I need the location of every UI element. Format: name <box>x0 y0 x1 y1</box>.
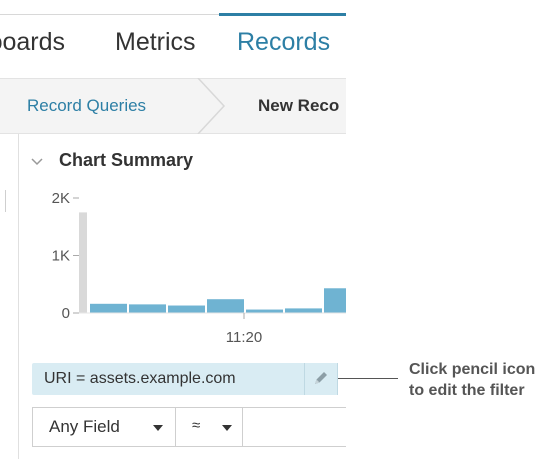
filter-pill[interactable]: URI = assets.example.com <box>32 363 338 395</box>
chart-bar <box>207 299 244 313</box>
filter-text: URI = assets.example.com <box>44 370 236 387</box>
chart-bar <box>129 304 166 313</box>
chart-bar-highlight <box>79 212 87 313</box>
field-dropdown[interactable]: Any Field <box>33 408 176 446</box>
chart-canvas: 2K 1K 0 11:20 <box>52 190 346 346</box>
caret-down-icon <box>153 425 163 431</box>
chart-bar <box>324 288 346 313</box>
nav-top-rule <box>0 14 219 15</box>
filter-builder: Any Field ≈ <box>32 407 346 447</box>
pencil-icon[interactable] <box>308 369 334 389</box>
pill-divider <box>304 363 305 395</box>
active-tab-indicator <box>219 13 346 16</box>
operator-dropdown[interactable]: ≈ <box>176 408 243 446</box>
panel-border <box>18 134 19 459</box>
tab-metrics[interactable]: Metrics <box>115 28 196 57</box>
pill-divider <box>337 363 338 395</box>
side-divider <box>5 190 6 212</box>
callout-line-2: to edit the filter <box>409 382 525 399</box>
callout-leader-line <box>338 378 398 379</box>
field-dropdown-label: Any Field <box>49 417 120 436</box>
x-icon[interactable] <box>339 369 346 389</box>
chevron-down-icon[interactable] <box>31 157 43 167</box>
breadcrumb-new-record-query: New Reco <box>258 96 340 115</box>
callout-annotation: Click pencil icon to edit the filter <box>409 359 535 401</box>
x-axis-tick-label: 11:20 <box>226 329 262 346</box>
y-axis-tick-label: 0 <box>62 305 70 322</box>
chart-bar <box>246 309 283 313</box>
breadcrumb-separator-icon <box>197 78 226 134</box>
chart-bar <box>168 305 205 313</box>
chart-bar <box>90 303 127 313</box>
operator-dropdown-label: ≈ <box>192 417 201 434</box>
records-panel: ɔoards Metrics Records Record Queries Ne… <box>0 0 346 459</box>
tab-dashboards[interactable]: ɔoards <box>0 28 65 57</box>
callout-line-1: Click pencil icon <box>409 361 536 378</box>
breadcrumb-record-queries[interactable]: Record Queries <box>27 96 146 116</box>
chart-bar <box>285 308 322 313</box>
chart-summary-title: Chart Summary <box>59 150 194 170</box>
tab-records[interactable]: Records <box>237 28 330 57</box>
y-axis-tick-label: 2K <box>52 190 70 207</box>
breadcrumb: Record Queries New Reco <box>0 78 346 134</box>
caret-down-icon <box>222 425 232 431</box>
y-axis-tick-label: 1K <box>52 248 70 265</box>
record-count-chart: 2K 1K 0 11:20 <box>20 182 346 354</box>
